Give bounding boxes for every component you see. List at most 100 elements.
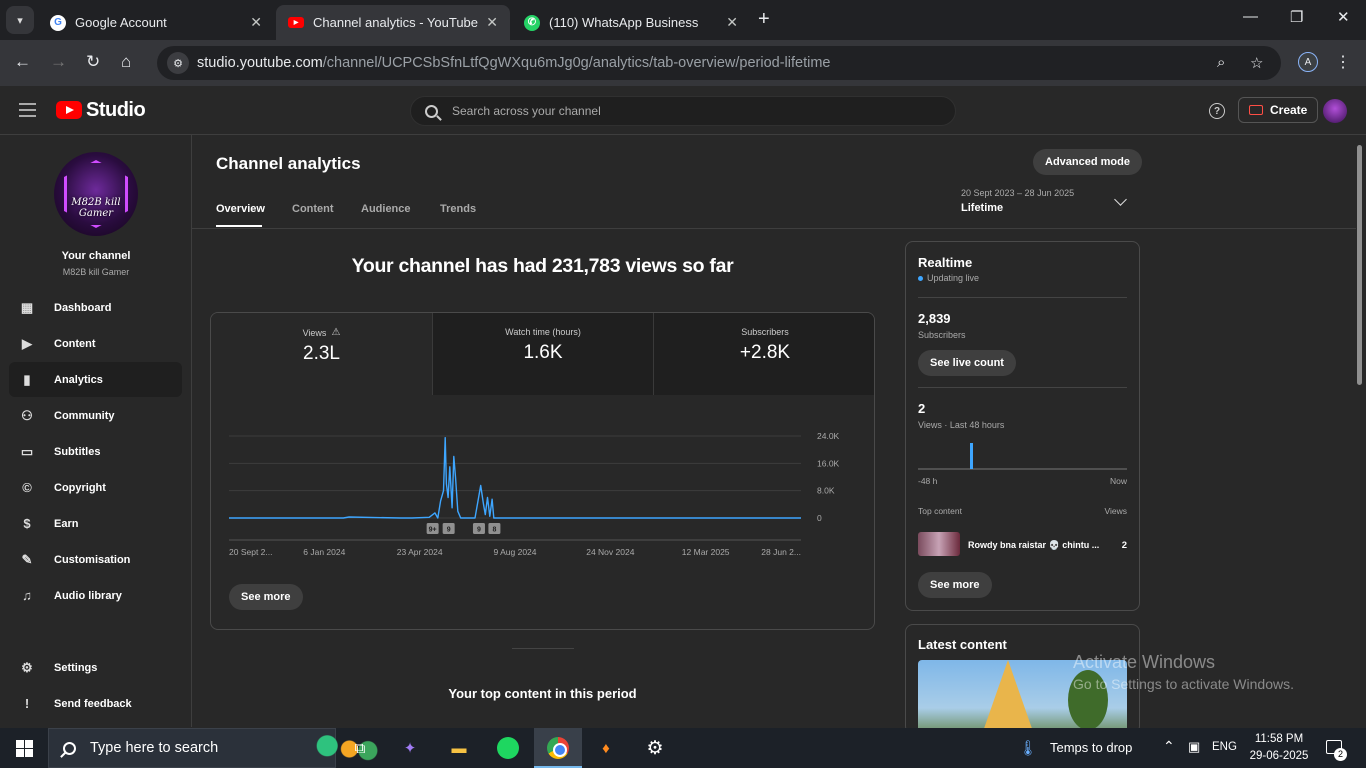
profile-icon[interactable]: A xyxy=(1298,52,1318,72)
views-series-line xyxy=(229,437,801,519)
zoom-icon[interactable]: ⌕ xyxy=(1217,54,1225,71)
minimize-button[interactable]: — xyxy=(1243,8,1258,25)
site-info-icon[interactable]: ⚙ xyxy=(167,52,189,74)
back-button[interactable]: ← xyxy=(14,52,31,72)
menu-icon[interactable] xyxy=(19,103,36,117)
network-icon[interactable]: ▣ xyxy=(1188,739,1200,755)
see-live-count-button[interactable]: See live count xyxy=(918,350,1016,376)
feedback-icon: ! xyxy=(24,696,30,711)
channel-search[interactable] xyxy=(410,96,956,126)
chrome-icon[interactable] xyxy=(544,734,572,762)
warning-icon[interactable]: ⚠ xyxy=(331,327,340,338)
video-thumbnail[interactable] xyxy=(918,532,960,556)
sidebar-item-label: Copyright xyxy=(54,481,106,494)
divider xyxy=(918,297,1127,298)
fl-studio-icon[interactable]: ♦ xyxy=(592,734,620,762)
browser-menu-icon[interactable]: ⋮ xyxy=(1335,52,1351,72)
tab-whatsapp[interactable]: ✆ (110) WhatsApp Business ✕ xyxy=(512,5,750,40)
close-icon[interactable]: ✕ xyxy=(726,14,738,31)
channel-avatar[interactable]: M82B kill Gamer xyxy=(54,152,138,236)
forward-button[interactable]: → xyxy=(50,52,67,72)
restore-button[interactable]: ❐ xyxy=(1290,8,1303,26)
metric-subscribers-tab[interactable]: Subscribers +2.8K xyxy=(653,313,874,395)
top-video-title[interactable]: Rowdy bna raistar 💀 chintu ... xyxy=(968,540,1100,551)
weather-text[interactable]: Temps to drop xyxy=(1050,740,1132,755)
sidebar-item-customisation[interactable]: ✎ Customisation xyxy=(9,542,182,577)
sidebar-item-label: Analytics xyxy=(54,373,103,386)
content-icon: ▶ xyxy=(22,335,32,351)
copilot-icon[interactable]: ✦ xyxy=(396,734,424,762)
y-tick-label: 16.0K xyxy=(817,458,840,468)
search-input[interactable] xyxy=(452,104,932,118)
period-name: Lifetime xyxy=(961,202,1004,214)
see-more-button[interactable]: See more xyxy=(918,572,992,598)
close-icon[interactable]: ✕ xyxy=(486,14,498,31)
realtime-views: 2 xyxy=(918,401,926,416)
system-clock[interactable]: 11:58 PM 29-06-2025 xyxy=(1240,731,1318,765)
views-column-label: Views xyxy=(1104,506,1127,516)
sidebar-item-dashboard[interactable]: ▦ Dashboard xyxy=(9,290,182,325)
url-text[interactable]: studio.youtube.com/channel/UCPCSbSfnLtfQ… xyxy=(197,55,830,71)
search-icon xyxy=(63,741,76,755)
active-tab-indicator xyxy=(216,225,262,227)
sidebar-item-copyright[interactable]: © Copyright xyxy=(9,470,182,505)
help-icon[interactable]: ? xyxy=(1209,103,1225,119)
sidebar-item-settings[interactable]: ⚙ Settings xyxy=(9,650,182,685)
windows-start-icon[interactable] xyxy=(16,740,33,757)
video-camera-icon xyxy=(1249,105,1263,115)
tab-trends[interactable]: Trends xyxy=(440,203,476,215)
home-button[interactable]: ⌂ xyxy=(121,52,131,72)
search-icon xyxy=(425,104,438,118)
sidebar-item-label: Send feedback xyxy=(54,697,132,710)
video-marker-label: 9 xyxy=(447,527,451,534)
tab-content[interactable]: Content xyxy=(292,203,334,215)
chevron-down-icon[interactable] xyxy=(1114,193,1127,206)
language-indicator[interactable]: ENG xyxy=(1212,741,1237,753)
metric-views-tab[interactable]: Views ⚠ 2.3L xyxy=(211,313,432,395)
file-explorer-icon[interactable]: ▬ xyxy=(445,734,473,762)
tab-audience[interactable]: Audience xyxy=(361,203,411,215)
sidebar-item-subtitles[interactable]: ▭ Subtitles xyxy=(9,434,182,469)
y-tick-label: 24.0K xyxy=(817,431,840,441)
tab-search-button[interactable]: ▾ xyxy=(6,6,34,34)
sidebar-item-send-feedback[interactable]: ! Send feedback xyxy=(9,686,182,721)
metric-watch-time-tab[interactable]: Watch time (hours) 1.6K xyxy=(432,313,653,395)
copyright-icon: © xyxy=(22,480,32,495)
x-tick-label: 9 Aug 2024 xyxy=(493,547,536,557)
close-window-button[interactable]: ✕ xyxy=(1337,8,1350,26)
tab-overview[interactable]: Overview xyxy=(216,203,265,215)
new-tab-button[interactable]: + xyxy=(758,8,770,31)
close-icon[interactable]: ✕ xyxy=(250,14,262,31)
account-avatar[interactable] xyxy=(1323,99,1347,123)
create-button[interactable]: Create xyxy=(1238,97,1319,123)
tab-channel-analytics[interactable]: ▶ Channel analytics - YouTube Stu ✕ xyxy=(276,5,510,40)
task-view-icon[interactable]: ⧉ xyxy=(346,734,374,762)
x-tick-label: 20 Sept 2... xyxy=(229,547,272,557)
advanced-mode-button[interactable]: Advanced mode xyxy=(1033,149,1142,175)
gear-icon: ⚙ xyxy=(21,659,33,675)
chevron-up-icon[interactable]: ⌃ xyxy=(1163,738,1175,755)
sidebar-item-analytics[interactable]: ▮ Analytics xyxy=(9,362,182,397)
page-scrollbar[interactable] xyxy=(1357,145,1362,385)
sidebar-item-community[interactable]: ⚇ Community xyxy=(9,398,182,433)
thermometer-icon[interactable]: 🌡 xyxy=(1014,734,1042,762)
x-tick-label: 24 Nov 2024 xyxy=(586,547,634,557)
see-more-button[interactable]: See more xyxy=(229,584,303,610)
sidebar: M82B kill Gamer Your channel M82B kill Ga… xyxy=(0,135,192,727)
whatsapp-icon: ✆ xyxy=(524,14,540,31)
taskbar-search[interactable]: Type here to search xyxy=(48,728,379,768)
sidebar-item-earn[interactable]: $ Earn xyxy=(9,506,182,541)
video-marker-label: 9 xyxy=(477,527,481,534)
studio-logo-text[interactable]: Studio xyxy=(86,99,146,122)
spotify-icon[interactable] xyxy=(494,734,522,762)
tab-google-account[interactable]: G Google Account ✕ xyxy=(38,5,274,40)
bookmark-star-icon[interactable]: ☆ xyxy=(1250,54,1263,72)
sidebar-item-audio-library[interactable]: ♫ Audio library xyxy=(9,578,182,613)
settings-gear-icon[interactable]: ⚙ xyxy=(641,734,669,762)
youtube-logo-icon[interactable] xyxy=(56,101,82,119)
sidebar-item-content[interactable]: ▶ Content xyxy=(9,326,182,361)
omnibox[interactable]: ⚙ studio.youtube.com/channel/UCPCSbSfnLt… xyxy=(157,46,1281,80)
reload-button[interactable]: ↻ xyxy=(86,52,100,72)
metric-label: Subscribers xyxy=(741,327,789,337)
live-status: Updating live xyxy=(918,273,979,283)
